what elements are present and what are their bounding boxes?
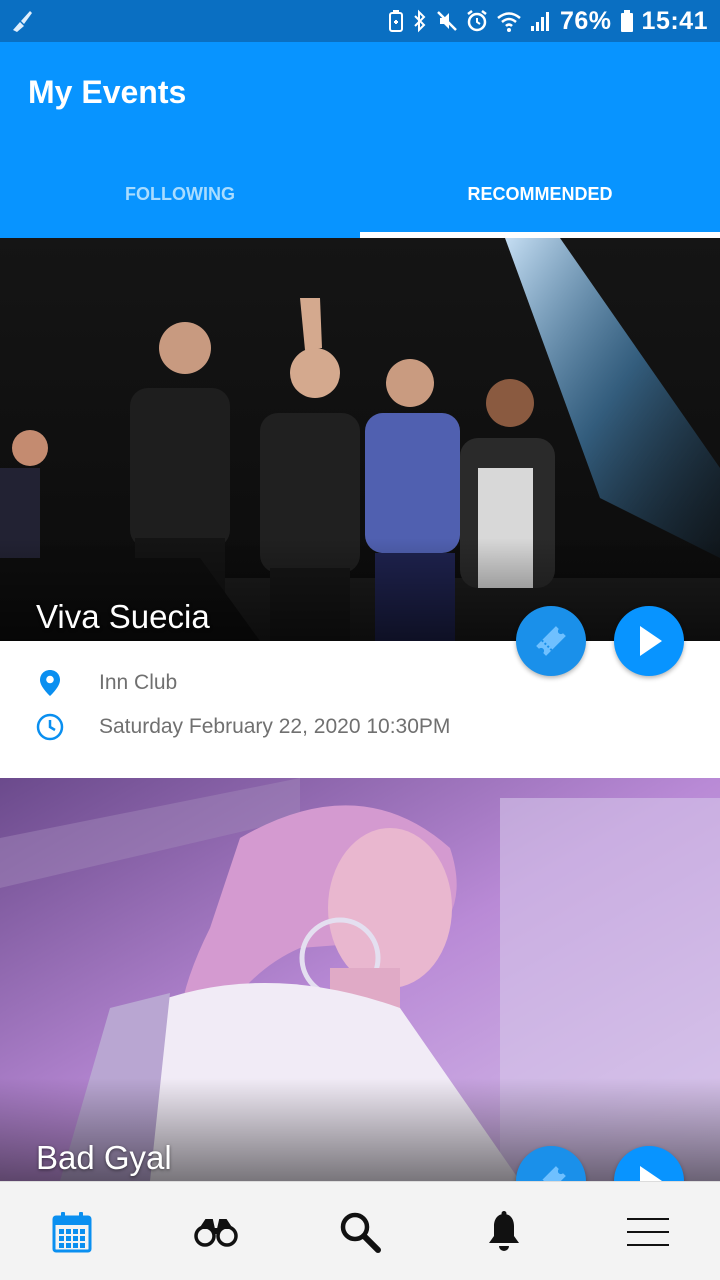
app-bar: My Events FOLLOWING RECOMMENDED	[0, 42, 720, 238]
tab-following-label: FOLLOWING	[125, 183, 235, 204]
nav-my-events[interactable]	[0, 1182, 144, 1280]
nav-search[interactable]	[288, 1182, 432, 1280]
tab-bar: FOLLOWING RECOMMENDED	[0, 150, 720, 238]
calendar-icon	[52, 1211, 92, 1252]
binoculars-icon	[194, 1218, 238, 1247]
venue-text: Inn Club	[99, 671, 178, 694]
page-title: My Events	[28, 74, 187, 110]
clock-icon	[36, 713, 64, 741]
signal-icon	[531, 12, 549, 31]
datetime-row: Saturday February 22, 2020 10:30PM	[36, 713, 450, 741]
ticket-button[interactable]	[516, 606, 586, 676]
tab-recommended-label: RECOMMENDED	[467, 183, 613, 204]
mute-icon	[437, 11, 457, 31]
play-icon	[640, 626, 662, 656]
battery-saver-icon	[389, 10, 403, 32]
status-icons: 76% 15:41	[388, 0, 708, 42]
wifi-icon	[497, 12, 521, 32]
tab-following[interactable]: FOLLOWING	[0, 150, 360, 238]
event-info-card: Inn Club Saturday February 22, 2020 10:3…	[0, 641, 720, 778]
tab-recommended[interactable]: RECOMMENDED	[360, 150, 720, 238]
venue-row: Inn Club	[36, 669, 177, 697]
event-image-viva-suecia[interactable]	[0, 238, 720, 641]
battery-icon	[620, 10, 633, 32]
battery-percentage: 76%	[560, 6, 612, 35]
location-pin-icon	[36, 669, 64, 697]
search-icon	[340, 1212, 381, 1253]
event-title: Bad Gyal	[36, 1139, 172, 1176]
nav-discover[interactable]	[144, 1182, 288, 1280]
bluetooth-icon	[414, 9, 426, 33]
datetime-text: Saturday February 22, 2020 10:30PM	[99, 715, 451, 738]
play-button[interactable]	[614, 606, 684, 676]
bell-icon	[489, 1210, 519, 1251]
alarm-icon	[467, 10, 487, 32]
cleaner-icon	[13, 11, 32, 32]
event-image-bad-gyal[interactable]	[0, 778, 720, 1181]
menu-icon	[627, 1217, 669, 1246]
nav-notifications[interactable]	[432, 1182, 576, 1280]
bottom-navigation	[0, 1181, 720, 1280]
nav-menu[interactable]	[576, 1182, 720, 1280]
ticket-icon	[536, 626, 566, 656]
status-time: 15:41	[641, 6, 708, 35]
status-bar: 76% 15:41	[0, 0, 720, 42]
event-title: Viva Suecia	[36, 598, 210, 635]
